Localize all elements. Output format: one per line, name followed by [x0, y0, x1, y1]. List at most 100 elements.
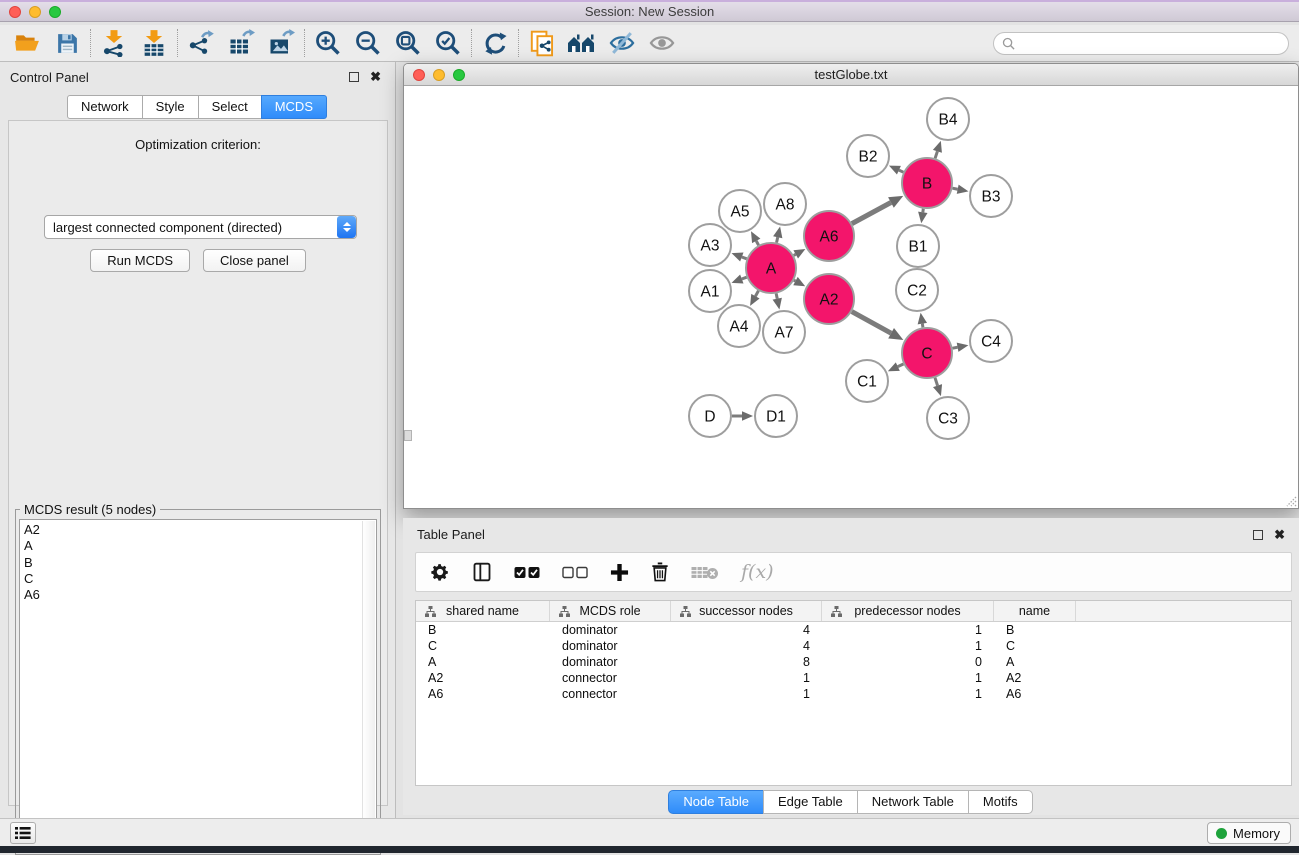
close-panel-button[interactable]: Close panel [203, 249, 306, 272]
graph-edge[interactable] [756, 241, 758, 245]
graph-node-label: C1 [857, 373, 877, 390]
mcds-result-item[interactable]: A6 [24, 587, 376, 603]
network-canvas[interactable]: B4B2BB3A8A5A6A3B1AC2A1A2A4A7C4CC1C3DD1 [404, 86, 1298, 508]
close-network-button[interactable] [413, 69, 425, 81]
graph-node-label: D [704, 408, 715, 425]
table-row[interactable]: A6connector11A6 [416, 686, 1291, 702]
mcds-result-item[interactable]: B [24, 555, 376, 571]
show-all-eye-icon[interactable] [647, 28, 677, 58]
add-column-plus-icon[interactable] [610, 563, 629, 582]
column-header-successor-nodes[interactable]: successor nodes [671, 601, 822, 621]
graph-edge[interactable] [935, 151, 937, 158]
table-row[interactable]: Bdominator41B [416, 622, 1291, 638]
import-table-icon[interactable] [139, 28, 169, 58]
column-header-MCDS-role[interactable]: MCDS role [550, 601, 671, 621]
graph-node-label: A3 [701, 237, 720, 254]
graph-edge[interactable] [899, 170, 903, 172]
zoom-selected-icon[interactable] [433, 28, 463, 58]
hide-selected-eye-icon[interactable] [607, 28, 637, 58]
tab-node-table[interactable]: Node Table [668, 790, 764, 814]
graph-edge[interactable] [794, 254, 796, 255]
export-table-icon[interactable] [226, 28, 256, 58]
tab-style[interactable]: Style [142, 95, 199, 119]
graph-edge[interactable] [776, 293, 777, 298]
graph-edge[interactable] [777, 237, 778, 242]
zoom-out-icon[interactable] [353, 28, 383, 58]
column-header-predecessor-nodes[interactable]: predecessor nodes [822, 601, 994, 621]
export-network-icon[interactable] [186, 28, 216, 58]
window-controls[interactable] [9, 6, 61, 18]
graph-edge[interactable] [935, 378, 938, 386]
first-neighbors-icon[interactable] [567, 28, 597, 58]
graph-node-label: B1 [909, 238, 928, 255]
graph-edge[interactable] [923, 209, 924, 213]
mcds-result-list[interactable]: A2ABCA6 [19, 519, 377, 851]
export-image-icon[interactable] [266, 28, 296, 58]
navigator-handle[interactable] [404, 430, 412, 441]
delete-table-icon[interactable] [691, 565, 719, 580]
graph-edge[interactable] [755, 291, 758, 296]
column-layout-icon[interactable] [472, 562, 492, 582]
select-all-icon[interactable] [514, 566, 540, 579]
function-builder-icon[interactable]: f(x) [741, 561, 774, 583]
graph-edge[interactable] [794, 280, 796, 281]
zoom-fit-icon[interactable] [393, 28, 423, 58]
scrollbar-track[interactable] [362, 521, 375, 851]
tab-edge-table[interactable]: Edge Table [763, 790, 858, 814]
close-panel-icon[interactable]: ✖ [370, 70, 381, 84]
graph-edge[interactable] [852, 312, 891, 334]
task-history-button[interactable] [10, 822, 36, 844]
resize-grip-icon[interactable] [1283, 493, 1297, 507]
float-table-panel-icon[interactable] [1253, 530, 1263, 540]
search-input[interactable] [1020, 35, 1288, 53]
graph-edge[interactable] [953, 347, 958, 348]
tab-select[interactable]: Select [198, 95, 262, 119]
apply-layout-icon[interactable] [480, 28, 510, 58]
graph-edge[interactable] [922, 324, 923, 328]
mcds-result-item[interactable]: A [24, 538, 376, 554]
workspace: Control Panel ✖ NetworkStyleSelectMCDS O… [0, 62, 1299, 818]
minimize-network-button[interactable] [433, 69, 445, 81]
table-settings-gear-icon[interactable] [430, 562, 450, 582]
tab-network[interactable]: Network [67, 95, 143, 119]
open-session-icon[interactable] [12, 28, 42, 58]
import-network-icon[interactable] [99, 28, 129, 58]
graph-edge[interactable] [742, 257, 747, 259]
delete-trash-icon[interactable] [651, 562, 669, 582]
search-field[interactable] [993, 32, 1289, 55]
criterion-value: largest connected component (directed) [45, 220, 337, 235]
graph-node-label: C4 [981, 333, 1001, 350]
column-header-shared-name[interactable]: shared name [416, 601, 550, 621]
new-network-from-selection-icon[interactable] [527, 28, 557, 58]
table-row[interactable]: A2connector11A2 [416, 670, 1291, 686]
network-graph[interactable]: B4B2BB3A8A5A6A3B1AC2A1A2A4A7C4CC1C3DD1 [404, 86, 1298, 508]
table-cell: dominator [550, 623, 671, 637]
criterion-dropdown[interactable]: largest connected component (directed) [44, 215, 357, 239]
table-row[interactable]: Cdominator41C [416, 638, 1291, 654]
zoom-in-icon[interactable] [313, 28, 343, 58]
memory-button[interactable]: Memory [1207, 822, 1291, 844]
column-header-name[interactable]: name [994, 601, 1076, 621]
network-window-titlebar[interactable]: testGlobe.txt [404, 64, 1298, 86]
graph-edge[interactable] [898, 364, 904, 367]
run-mcds-button[interactable]: Run MCDS [90, 249, 190, 272]
tab-mcds[interactable]: MCDS [261, 95, 327, 119]
memory-status-icon [1216, 828, 1227, 839]
close-window-button[interactable] [9, 6, 21, 18]
zoom-window-button[interactable] [49, 6, 61, 18]
close-table-panel-icon[interactable]: ✖ [1274, 528, 1285, 542]
graph-edge[interactable] [852, 203, 891, 224]
mcds-result-item[interactable]: C [24, 571, 376, 587]
deselect-all-icon[interactable] [562, 566, 588, 579]
tab-network-table[interactable]: Network Table [857, 790, 969, 814]
graph-edge[interactable] [742, 277, 747, 279]
mcds-result-item[interactable]: A2 [24, 522, 376, 538]
table-row[interactable]: Adominator80A [416, 654, 1291, 670]
table-cell: B [994, 623, 1076, 637]
tab-motifs[interactable]: Motifs [968, 790, 1033, 814]
save-session-icon[interactable] [52, 28, 82, 58]
minimize-window-button[interactable] [29, 6, 41, 18]
graph-edge[interactable] [952, 188, 957, 189]
zoom-network-button[interactable] [453, 69, 465, 81]
float-panel-icon[interactable] [349, 72, 359, 82]
